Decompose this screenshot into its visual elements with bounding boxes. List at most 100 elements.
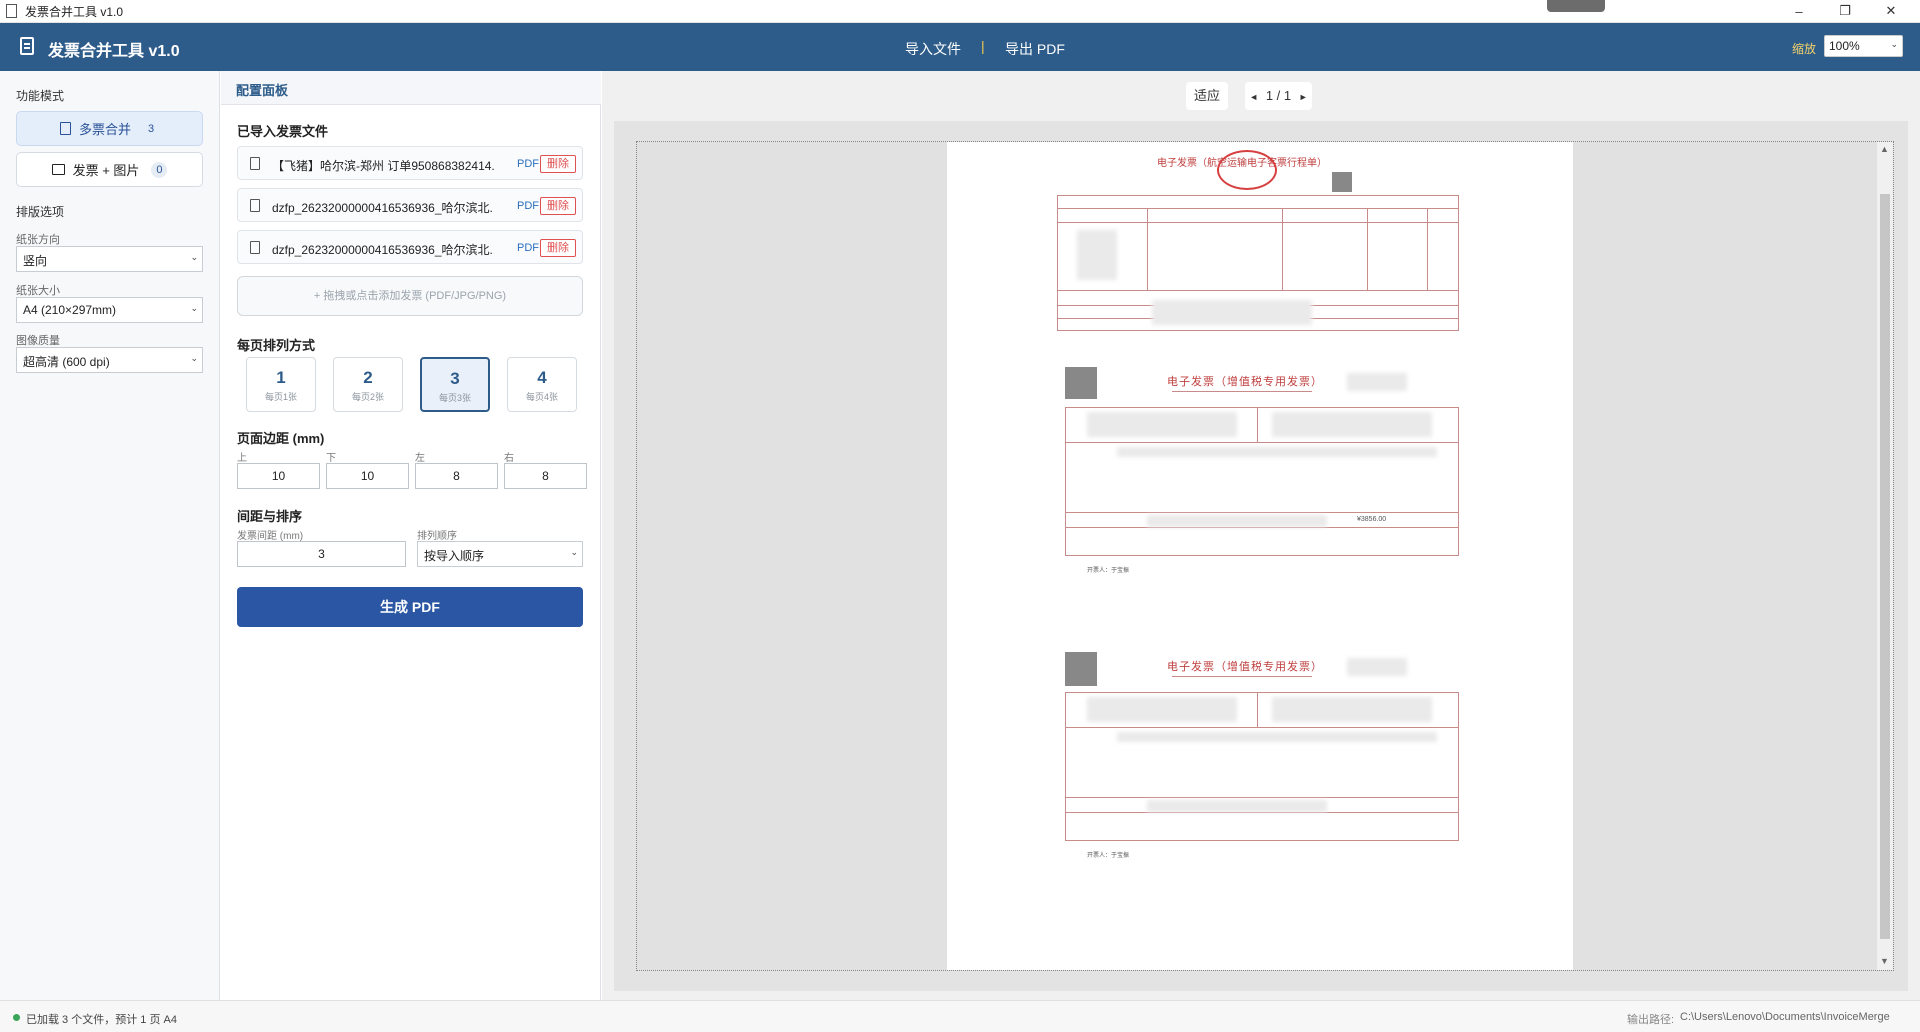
quality-select[interactable]: 超高清 (600 dpi) ⌄ [16,347,203,373]
page-indicator: 1 / 1 [1265,88,1292,103]
preview-canvas-frame: 电子发票（航空运输电子客票行程单） 电子发票（增值税专用发票） ¥3856.00… [614,121,1908,991]
file-type: PDF [517,200,539,212]
zoom-value: 100% [1829,39,1860,53]
file-type: PDF [517,158,539,170]
count-badge: 3 [147,122,155,135]
delete-file-button[interactable]: 删除 [540,197,576,215]
paper-size-value: A4 (210×297mm) [23,303,117,317]
margin-top-input[interactable]: 10 [237,463,320,489]
quality-label: 图像质量 [16,335,60,347]
next-page-button[interactable]: ► [1299,92,1308,102]
zoom-select[interactable]: 100% ⌄ [1824,35,1903,57]
file-item[interactable]: 【飞猪】哈尔滨-郑州 订单950868382414... PDF 删除 [237,146,583,180]
file-item[interactable]: dzfp_26232000000416536936_哈尔滨北... PDF 删除 [237,188,583,222]
scrollbar-thumb[interactable] [1880,194,1890,939]
scroll-down-icon[interactable]: ▼ [1880,956,1889,966]
export-pdf-menu[interactable]: 导出 PDF [1005,39,1065,59]
mode-label: 多票合并 [78,122,131,137]
config-panel: 配置面板 已导入发票文件 【飞猪】哈尔滨-郑州 订单950868382414..… [221,71,601,1000]
paper-size-select[interactable]: A4 (210×297mm) ⌄ [16,297,203,323]
mode-invoice-image-button[interactable]: 发票 + 图片 0 [16,152,203,187]
per-page-title: 每页排列方式 [237,338,316,353]
panel-header: 配置面板 [221,71,601,105]
add-file-dropzone[interactable]: + 拖拽或点击添加发票 (PDF/JPG/PNG) [237,276,583,316]
app-header: 发票合并工具 v1.0 导入文件 | 导出 PDF 缩放 100% ⌄ [0,23,1920,71]
delete-file-button[interactable]: 删除 [540,239,576,257]
chevron-down-icon: ⌄ [190,252,198,262]
file-name: 【飞猪】哈尔滨-郑州 订单950868382414... [272,159,494,173]
scroll-up-icon[interactable]: ▲ [1880,144,1889,154]
imported-files-title: 已导入发票文件 [237,124,329,139]
file-icon [250,241,260,254]
app-title: 发票合并工具 v1.0 [48,43,180,60]
invoice-preview-3: 电子发票（增值税专用发票） 开票人：于宝振 [1057,652,1467,912]
margin-right-label: 右 [504,453,514,464]
file-icon [250,157,260,170]
window-indicator [1547,0,1605,12]
prev-page-button[interactable]: ◄ [1249,92,1258,102]
restore-button[interactable]: ❐ [1822,0,1868,22]
margin-bottom-input[interactable]: 10 [326,463,409,489]
qr-code-icon [1065,652,1097,686]
app-file-icon [6,4,17,18]
zoom-label: 缩放 [1792,42,1817,56]
preview-canvas[interactable]: 电子发票（航空运输电子客票行程单） 电子发票（增值税专用发票） ¥3856.00… [636,141,1894,971]
per-page-caption: 每页1张 [264,392,297,402]
output-path-value: C:\Users\Lenovo\Documents\InvoiceMerge [1680,1011,1890,1023]
import-files-menu[interactable]: 导入文件 [905,39,961,59]
count-badge: 0 [151,161,168,178]
margin-bottom-label: 下 [326,453,336,464]
per-page-3-button[interactable]: 3 每页3张 [420,357,490,412]
order-label: 排列顺序 [417,531,457,542]
file-item[interactable]: dzfp_26232000000416536936_哈尔滨北... PDF 删除 [237,230,583,264]
spacing-title: 间距与排序 [237,509,303,524]
document-icon [20,37,34,55]
generate-pdf-button[interactable]: 生成 PDF [237,587,583,627]
per-page-4-button[interactable]: 4 每页4张 [507,357,577,412]
menu-separator: | [981,38,985,54]
invoice-drawer: 开票人：于宝振 [1087,853,1130,859]
gap-input[interactable]: 3 [237,541,406,567]
invoice-title: 电子发票（增值税专用发票） [1167,375,1323,388]
file-name: dzfp_26232000000416536936_哈尔滨北... [272,243,494,257]
per-page-caption: 每页3张 [438,393,471,403]
per-page-caption: 每页4张 [525,392,558,402]
preview-scrollbar[interactable]: ▲ ▼ [1877,142,1893,970]
chevron-down-icon: ⌄ [1890,39,1898,49]
orientation-value: 竖向 [23,254,48,268]
qr-code-icon [1332,172,1352,192]
mode-section-title: 功能模式 [16,89,65,103]
mode-multi-invoice-button[interactable]: 多票合并 3 [16,111,203,146]
order-select[interactable]: 按导入顺序 ⌄ [417,541,583,567]
chevron-down-icon: ⌄ [190,353,198,363]
sidebar: 功能模式 多票合并 3 发票 + 图片 0 排版选项 纸张方向 竖向 ⌄ 纸张大… [0,71,220,1000]
margin-left-input[interactable]: 8 [415,463,498,489]
per-page-2-button[interactable]: 2 每页2张 [333,357,403,412]
orientation-select[interactable]: 竖向 ⌄ [16,246,203,272]
gap-label: 发票间距 (mm) [237,531,304,542]
quality-value: 超高清 (600 dpi) [23,355,110,369]
file-icon [250,199,260,212]
list-icon [59,122,71,135]
chevron-down-icon: ⌄ [190,303,198,313]
image-icon [51,164,65,175]
margin-right-input[interactable]: 8 [504,463,587,489]
file-type: PDF [517,242,539,254]
close-button[interactable]: ✕ [1868,0,1914,22]
per-page-caption: 每页2张 [351,392,384,402]
status-ok-icon [13,1014,20,1021]
invoice-drawer: 开票人：于宝振 [1087,568,1130,574]
delete-file-button[interactable]: 删除 [540,155,576,173]
per-page-1-button[interactable]: 1 每页1张 [246,357,316,412]
invoice-total-amount: ¥3856.00 [1357,516,1387,523]
fit-button[interactable]: 适应 [1186,82,1228,110]
status-text: 已加载 3 个文件，预计 1 页 A4 [26,1014,177,1026]
orientation-label: 纸张方向 [16,234,60,246]
margin-left-label: 左 [415,453,425,464]
minimize-button[interactable]: – [1776,0,1822,22]
window-title: 发票合并工具 v1.0 [25,4,124,19]
mode-label: 发票 + 图片 [72,163,140,178]
output-path-label: 输出路径: [1627,1014,1675,1026]
status-bar: 已加载 3 个文件，预计 1 页 A4 输出路径: C:\Users\Lenov… [0,1000,1920,1032]
margin-title: 页面边距 (mm) [237,431,325,446]
